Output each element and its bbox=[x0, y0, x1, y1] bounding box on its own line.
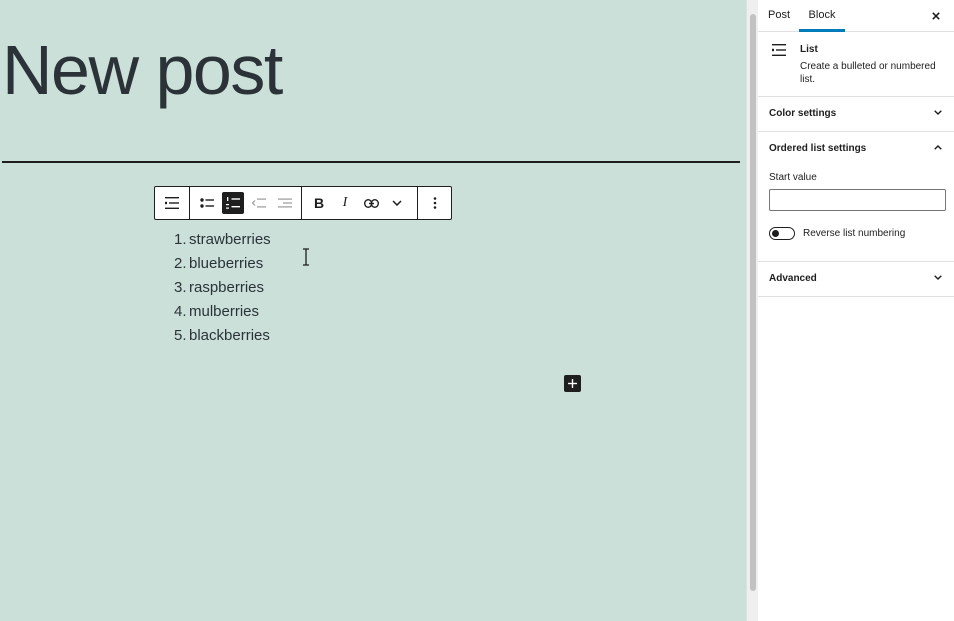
list-item-text[interactable]: raspberries bbox=[189, 279, 264, 296]
bold-icon: B bbox=[313, 195, 325, 211]
advanced-toggle[interactable]: Advanced bbox=[758, 262, 954, 296]
list-item-number: 5. bbox=[174, 327, 187, 344]
unordered-list-button[interactable] bbox=[194, 187, 220, 219]
toggle-knob bbox=[772, 230, 779, 237]
chevron-down-icon bbox=[934, 275, 942, 280]
editor-scrollbar[interactable] bbox=[746, 0, 758, 621]
list-block-icon bbox=[772, 44, 786, 56]
toolbar-group-block-type bbox=[155, 187, 190, 219]
indent-icon bbox=[278, 198, 292, 208]
tab-post[interactable]: Post bbox=[768, 0, 790, 32]
advanced-title: Advanced bbox=[769, 273, 817, 284]
ordered-list-block[interactable]: 1. strawberries 2. blueberries 3. raspberri… bbox=[174, 228, 271, 348]
color-settings-title: Color settings bbox=[769, 108, 837, 119]
block-name: List bbox=[800, 44, 818, 55]
ordered-list-settings-title: Ordered list settings bbox=[769, 143, 867, 154]
settings-sidebar: Post Block List Create a bulleted or num… bbox=[758, 0, 954, 621]
toolbar-group-options bbox=[418, 187, 451, 219]
close-sidebar-button[interactable] bbox=[928, 8, 944, 24]
list-item[interactable]: 2. blueberries bbox=[174, 252, 271, 276]
start-value-label: Start value bbox=[769, 172, 817, 183]
ordered-list-settings-panel: Ordered list settings Start value Revers… bbox=[758, 132, 954, 262]
scrollbar-thumb[interactable] bbox=[750, 14, 756, 591]
list-item[interactable]: 1. strawberries bbox=[174, 228, 271, 252]
more-rich-text-icon bbox=[392, 200, 402, 206]
list-item[interactable]: 4. mulberries bbox=[174, 300, 271, 324]
italic-icon: I bbox=[342, 195, 348, 210]
separator-block[interactable] bbox=[2, 161, 740, 163]
block-type-list-button[interactable] bbox=[155, 187, 189, 219]
options-button[interactable] bbox=[418, 187, 451, 219]
block-type-list-icon bbox=[165, 197, 179, 209]
advanced-panel: Advanced bbox=[758, 262, 954, 297]
unordered-list-icon bbox=[200, 198, 214, 208]
ordered-list-settings-toggle[interactable]: Ordered list settings bbox=[758, 132, 954, 166]
list-item-number: 1. bbox=[174, 231, 187, 248]
sidebar-tabs: Post Block bbox=[758, 0, 954, 32]
color-settings-panel: Color settings bbox=[758, 97, 954, 132]
chevron-down-icon bbox=[934, 110, 942, 115]
ordered-list-settings-body: Start value Reverse list numbering bbox=[758, 166, 954, 261]
reverse-list-label: Reverse list numbering bbox=[803, 228, 906, 239]
reverse-list-toggle[interactable] bbox=[769, 227, 795, 240]
start-value-input[interactable] bbox=[769, 189, 946, 211]
list-item-number: 2. bbox=[174, 255, 187, 272]
list-item-number: 3. bbox=[174, 279, 187, 296]
link-button[interactable] bbox=[358, 187, 384, 219]
outdent-icon bbox=[252, 198, 266, 208]
close-icon bbox=[932, 12, 940, 20]
block-description: Create a bulleted or numbered list. bbox=[800, 61, 936, 85]
block-inserter-button[interactable] bbox=[564, 375, 581, 392]
bold-button[interactable]: B bbox=[306, 187, 332, 219]
color-settings-toggle[interactable]: Color settings bbox=[758, 97, 954, 131]
toolbar-group-format: B I bbox=[302, 187, 418, 219]
toolbar-group-list bbox=[190, 187, 302, 219]
ordered-list-button[interactable] bbox=[220, 187, 246, 219]
list-item-number: 4. bbox=[174, 303, 187, 320]
indent-button[interactable] bbox=[272, 187, 298, 219]
editor-canvas[interactable]: New post B I 1. strawberries 2. blueberr… bbox=[0, 0, 746, 621]
plus-icon bbox=[568, 379, 577, 388]
list-item[interactable]: 5. blackberries bbox=[174, 324, 271, 348]
outdent-button[interactable] bbox=[246, 187, 272, 219]
list-item[interactable]: 3. raspberries bbox=[174, 276, 271, 300]
list-item-text[interactable]: blueberries bbox=[189, 255, 263, 272]
list-item-text[interactable]: strawberries bbox=[189, 231, 271, 248]
options-icon bbox=[433, 197, 436, 209]
ordered-list-icon bbox=[226, 197, 240, 209]
list-item-text[interactable]: mulberries bbox=[189, 303, 259, 320]
italic-button[interactable]: I bbox=[332, 187, 358, 219]
chevron-up-icon bbox=[934, 145, 942, 150]
list-item-text[interactable]: blackberries bbox=[189, 327, 270, 344]
more-rich-text-button[interactable] bbox=[384, 187, 410, 219]
link-icon bbox=[363, 198, 379, 208]
post-title[interactable]: New post bbox=[2, 30, 283, 110]
tab-block[interactable]: Block bbox=[799, 0, 845, 32]
text-cursor-icon bbox=[303, 248, 309, 266]
block-card: List Create a bulleted or numbered list. bbox=[758, 32, 954, 97]
block-toolbar: B I bbox=[154, 186, 452, 220]
